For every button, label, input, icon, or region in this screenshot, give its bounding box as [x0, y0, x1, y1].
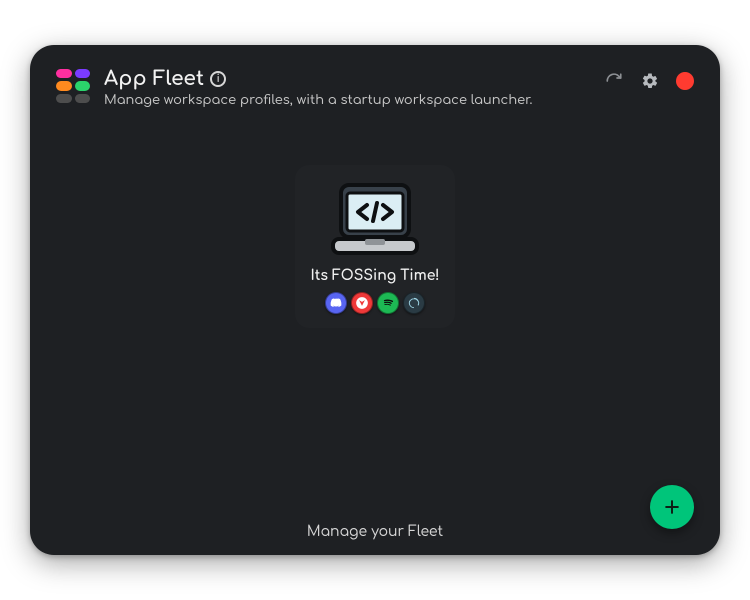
header: App Fleet i Manage workspace profiles, w… [30, 45, 720, 108]
obs-icon [403, 292, 425, 314]
app-title: App Fleet [104, 67, 204, 90]
vivaldi-icon [351, 292, 373, 314]
app-logo-icon [56, 69, 90, 103]
title-block: App Fleet i Manage workspace profiles, w… [104, 67, 604, 108]
discord-icon [325, 292, 347, 314]
workspace-card[interactable]: Its FOSSing Time! [295, 165, 455, 328]
footer-label: Manage your Fleet [30, 509, 720, 555]
header-actions [604, 71, 694, 91]
laptop-code-icon [307, 181, 443, 259]
workspace-app-strip [307, 292, 443, 314]
app-subtitle: Manage workspace profiles, with a startu… [104, 94, 604, 108]
spotify-icon [377, 292, 399, 314]
gear-icon[interactable] [640, 71, 660, 91]
info-icon[interactable]: i [210, 71, 226, 87]
app-window: App Fleet i Manage workspace profiles, w… [30, 45, 720, 555]
add-workspace-button[interactable] [650, 485, 694, 529]
refresh-icon[interactable] [604, 71, 624, 91]
close-button[interactable] [676, 72, 694, 90]
workspace-grid: Its FOSSing Time! [30, 145, 720, 509]
workspace-title: Its FOSSing Time! [307, 269, 443, 284]
